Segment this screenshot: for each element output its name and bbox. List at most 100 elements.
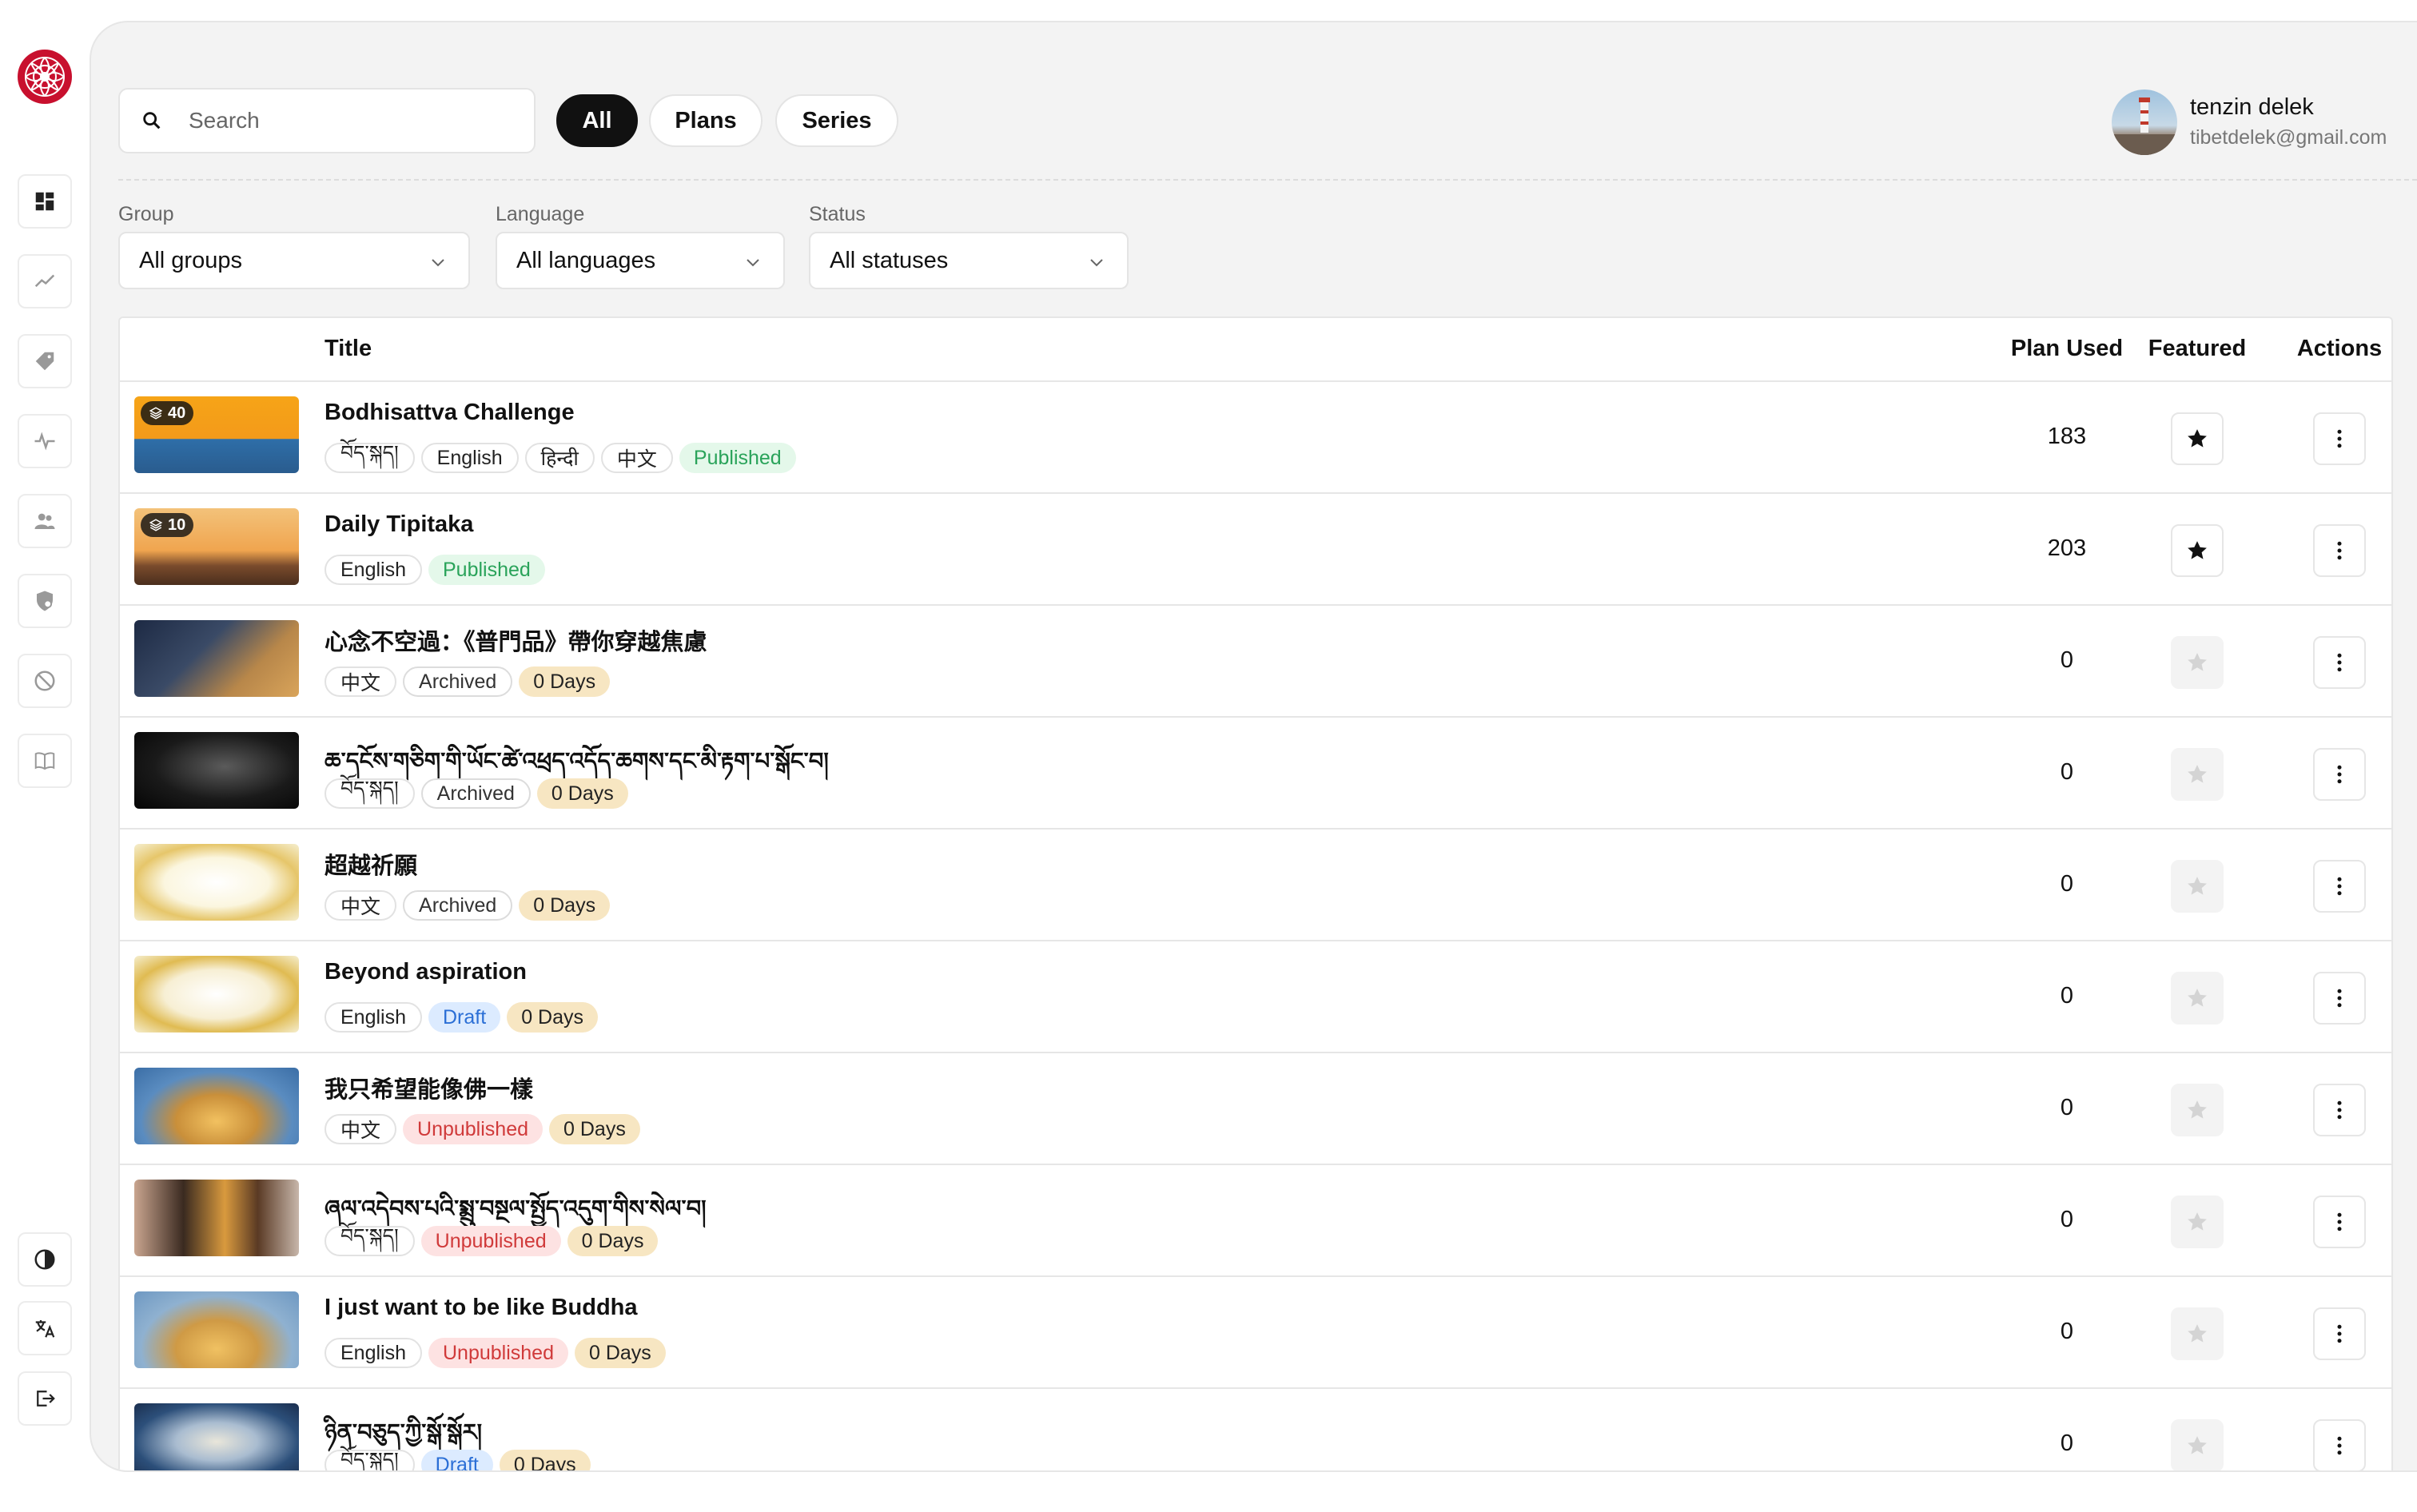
plan-title[interactable]: Daily Tipitaka (325, 511, 473, 538)
plan-count: 10 (168, 515, 186, 534)
featured-toggle-button[interactable] (2171, 748, 2224, 801)
table-row[interactable]: 10 Daily Tipitaka English Published 203 (120, 494, 2391, 606)
nav-activity-button[interactable] (18, 414, 72, 468)
table-row[interactable]: ཉིན་བཅུད་ཀྱི་སྒོ་སྒོར། བོད་སྐད། Draft 0 Day… (120, 1389, 2391, 1470)
more-vertical-icon (2337, 429, 2342, 448)
language-tag: 中文 (325, 890, 397, 921)
table-row[interactable]: ཆ་དངོས་གཅིག་གི་ཡོང་ཚེ་འཕྲད་འདོད་ཆགས་དང་མ… (120, 718, 2391, 830)
group-select[interactable]: All groups (118, 232, 470, 289)
theme-toggle-button[interactable] (18, 1232, 72, 1287)
nav-library-button[interactable] (18, 734, 72, 788)
row-actions-button[interactable] (2313, 1084, 2366, 1136)
column-featured: Featured (2148, 336, 2247, 361)
row-actions-button[interactable] (2313, 860, 2366, 913)
plan-tags: བོད་སྐད། Unpublished 0 Days (325, 1225, 659, 1256)
nav-hidden-button[interactable] (18, 654, 72, 708)
table-row[interactable]: Beyond aspiration English Draft 0 Days 0 (120, 941, 2391, 1053)
nav-tags-button[interactable] (18, 334, 72, 388)
featured-toggle-button[interactable] (2171, 1307, 2224, 1360)
star-icon (2188, 653, 2207, 671)
plan-used-count: 0 (2060, 1319, 2074, 1344)
table-row[interactable]: I just want to be like Buddha English Unpu… (120, 1277, 2391, 1389)
tab-series[interactable]: Series (775, 94, 898, 147)
translate-button[interactable] (18, 1301, 72, 1355)
duration-tag: 0 Days (519, 890, 611, 921)
featured-toggle-button[interactable] (2171, 636, 2224, 689)
nav-users-button[interactable] (18, 494, 72, 548)
plan-count-badge: 10 (141, 513, 194, 537)
search-box[interactable] (118, 88, 536, 153)
plan-thumbnail[interactable]: 10 (134, 508, 299, 585)
main-panel: All Plans Series tenzin delek tibetdelek… (90, 21, 2417, 1472)
table-row[interactable]: ཞལ་འདེབས་པའི་སྨྲུ་བསྔལ་སྤྱོད་འདུག་གིས་སེ… (120, 1165, 2391, 1277)
table-row[interactable]: 40 Bodhisattva Challenge བོད་སྐད། English हि… (120, 382, 2391, 494)
featured-toggle-button[interactable] (2171, 972, 2224, 1025)
row-actions-button[interactable] (2313, 972, 2366, 1025)
featured-toggle-button[interactable] (2171, 1419, 2224, 1470)
table-row[interactable]: 心念不空過：《普門品》帶你穿越焦慮 中文 Archived 0 Days 0 (120, 606, 2391, 718)
duration-tag: 0 Days (549, 1114, 640, 1144)
nav-security-button[interactable] (18, 574, 72, 628)
row-actions-button[interactable] (2313, 1419, 2366, 1470)
more-vertical-icon (2337, 989, 2342, 1008)
more-vertical-icon (2337, 541, 2342, 560)
status-select-value: All statuses (830, 247, 949, 273)
lotus-logo[interactable] (16, 48, 74, 105)
row-actions-button[interactable] (2313, 524, 2366, 577)
duration-tag: 0 Days (507, 1002, 598, 1033)
header-divider (118, 179, 2417, 181)
plan-thumbnail[interactable]: 40 (134, 396, 299, 473)
more-vertical-icon (2337, 1212, 2342, 1231)
plan-thumbnail[interactable] (134, 732, 299, 809)
tab-all[interactable]: All (556, 94, 638, 147)
plan-title[interactable]: I just want to be like Buddha (325, 1295, 638, 1321)
language-select[interactable]: All languages (496, 232, 785, 289)
plan-thumbnail[interactable] (134, 1403, 299, 1470)
status-badge: Published (679, 443, 796, 473)
plan-thumbnail[interactable] (134, 1180, 299, 1256)
group-select-value: All groups (139, 247, 242, 273)
language-tag: 中文 (325, 1114, 397, 1144)
more-vertical-icon (2337, 877, 2342, 896)
nav-analytics-button[interactable] (18, 254, 72, 308)
plan-title[interactable]: 心念不空過：《普門品》帶你穿越焦慮 (325, 623, 707, 657)
table-row[interactable]: 我只希望能像佛一樣 中文 Unpublished 0 Days 0 (120, 1053, 2391, 1165)
plan-thumbnail[interactable] (134, 620, 299, 697)
featured-toggle-button[interactable] (2171, 412, 2224, 465)
row-actions-button[interactable] (2313, 636, 2366, 689)
plan-title[interactable]: Beyond aspiration (325, 959, 527, 985)
plan-thumbnail[interactable] (134, 1291, 299, 1368)
user-name: tenzin delek (2190, 94, 2314, 120)
nav-dashboard-button[interactable] (18, 174, 72, 229)
language-tag: English (325, 555, 422, 585)
plan-title[interactable]: 我只希望能像佛一樣 (325, 1071, 533, 1104)
avatar[interactable] (2112, 90, 2177, 155)
featured-toggle-button[interactable] (2171, 524, 2224, 577)
layers-icon (149, 519, 163, 531)
plan-title[interactable]: Bodhisattva Challenge (325, 400, 575, 426)
logout-button[interactable] (18, 1371, 72, 1426)
plan-thumbnail[interactable] (134, 956, 299, 1033)
row-actions-button[interactable] (2313, 748, 2366, 801)
row-actions-button[interactable] (2313, 1196, 2366, 1248)
column-title: Title (325, 336, 372, 361)
plan-thumbnail[interactable] (134, 1068, 299, 1144)
plan-count: 40 (168, 404, 186, 422)
language-tag: 中文 (600, 443, 673, 473)
duration-tag: 0 Days (575, 1338, 666, 1368)
featured-toggle-button[interactable] (2171, 860, 2224, 913)
featured-toggle-button[interactable] (2171, 1196, 2224, 1248)
chevron-down-icon (1090, 259, 1103, 267)
row-actions-button[interactable] (2313, 412, 2366, 465)
plan-used-count: 0 (2060, 1095, 2074, 1120)
star-icon (2188, 429, 2207, 448)
search-input[interactable] (189, 108, 492, 133)
tab-plans[interactable]: Plans (649, 94, 763, 147)
featured-toggle-button[interactable] (2171, 1084, 2224, 1136)
plan-title[interactable]: 超越祈願 (325, 847, 417, 881)
plan-thumbnail[interactable] (134, 844, 299, 921)
chevron-down-icon (747, 259, 759, 267)
row-actions-button[interactable] (2313, 1307, 2366, 1360)
table-row[interactable]: 超越祈願 中文 Archived 0 Days 0 (120, 830, 2391, 941)
status-select[interactable]: All statuses (809, 232, 1129, 289)
